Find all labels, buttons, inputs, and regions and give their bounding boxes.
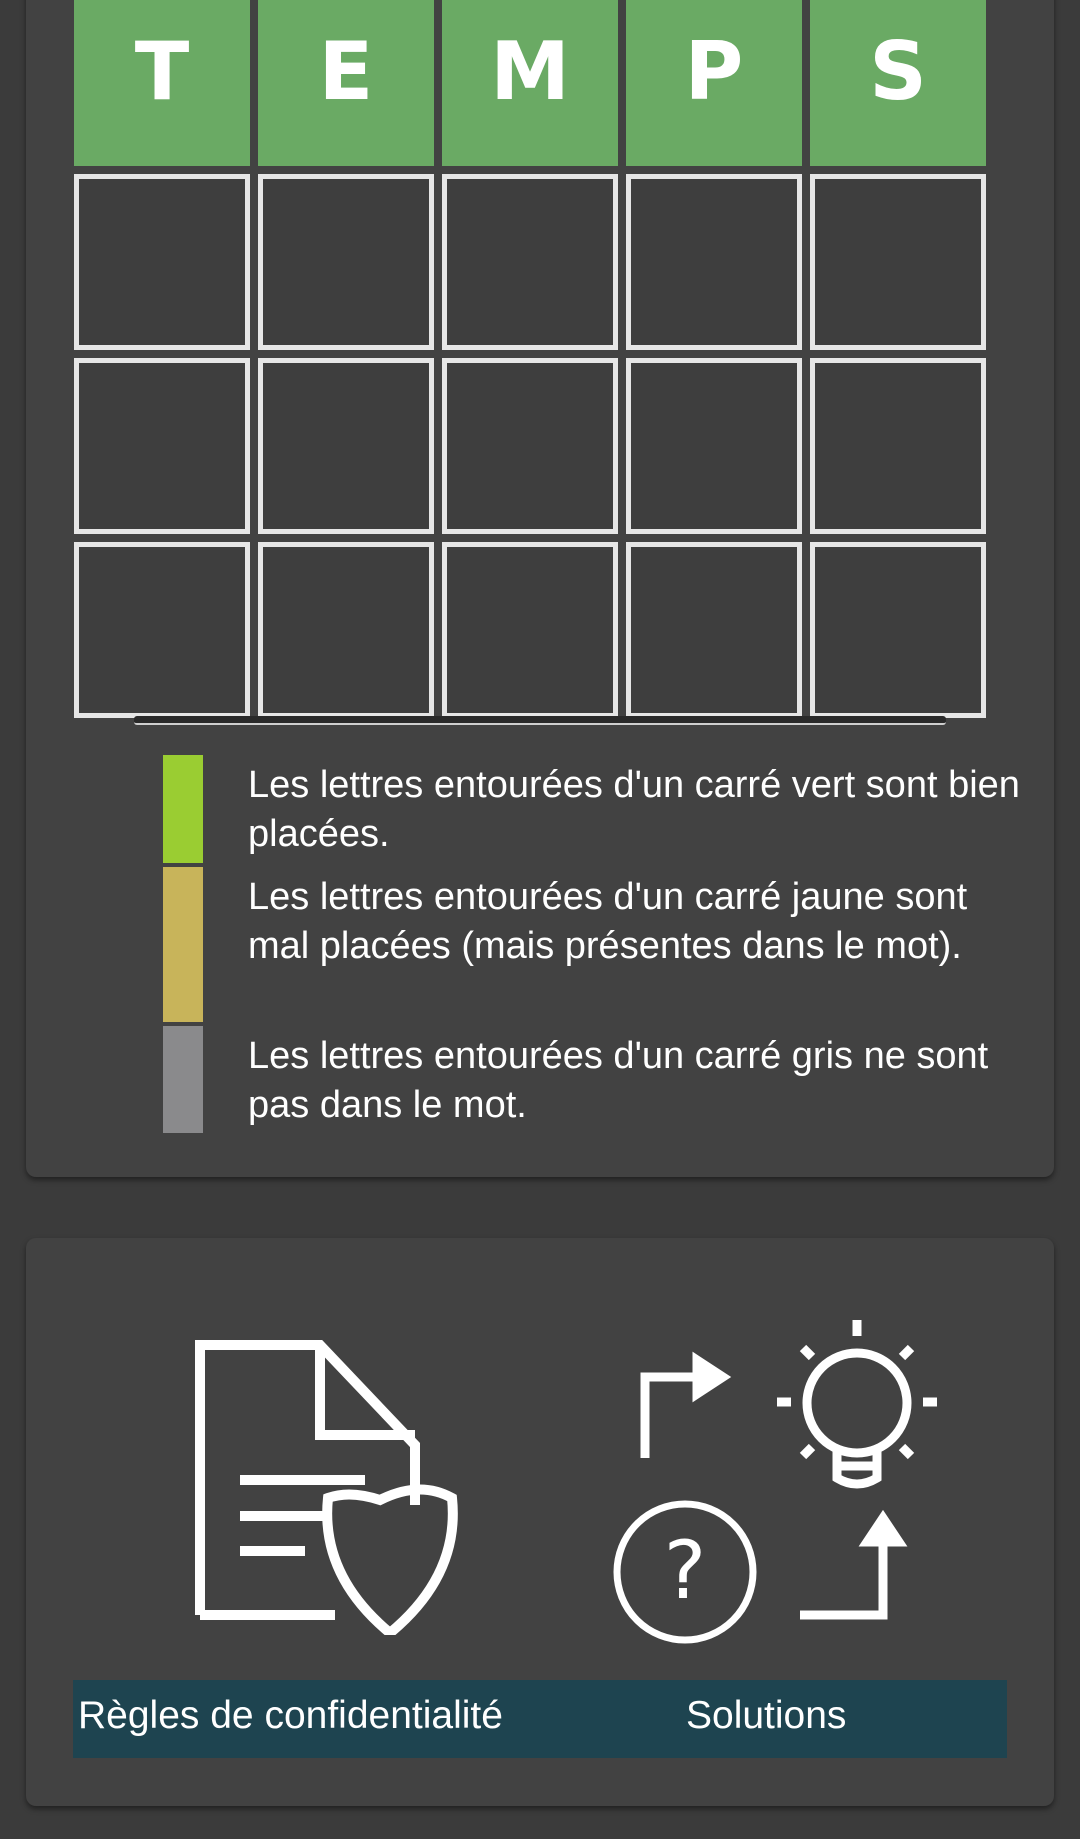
grid-row-1: T E M P S [74, 0, 1006, 166]
grid-tile: T [74, 0, 250, 166]
privacy-link[interactable]: Règles de confidentialité [78, 1694, 503, 1738]
green-swatch [163, 755, 203, 863]
color-legend: Les lettres entourées d'un carré vert so… [163, 755, 1023, 1137]
divider [134, 716, 946, 725]
page: T E M P S Les lettres entourées d'un car… [0, 0, 1080, 1839]
solutions-link[interactable]: Solutions [686, 1694, 846, 1738]
grid-tile [74, 542, 250, 718]
legend-text: Les lettres entourées d'un carré vert so… [248, 764, 1020, 855]
legend-item-green: Les lettres entourées d'un carré vert so… [163, 755, 1023, 863]
solutions-lightbulb-question-icon[interactable]: ? [605, 1320, 945, 1650]
grid-tile [258, 358, 434, 534]
legend-text: Les lettres entourées d'un carré gris ne… [248, 1035, 989, 1126]
document-shield-icon[interactable] [190, 1335, 460, 1635]
grid-tile [810, 542, 986, 718]
grid-tile: P [626, 0, 802, 166]
legend-item-yellow: Les lettres entourées d'un carré jaune s… [163, 867, 1023, 1022]
grid-tile [626, 542, 802, 718]
grid-tile [258, 174, 434, 350]
svg-text:?: ? [664, 1524, 706, 1617]
grid-tile: M [442, 0, 618, 166]
grid-tile [442, 174, 618, 350]
grid-tile [442, 358, 618, 534]
grid-tile [74, 358, 250, 534]
grid-row-3 [74, 358, 1006, 534]
legend-item-grey: Les lettres entourées d'un carré gris ne… [163, 1026, 1023, 1133]
legend-text: Les lettres entourées d'un carré jaune s… [248, 876, 968, 967]
grid-row-2 [74, 174, 1006, 350]
links-bar: Règles de confidentialité Solutions [73, 1680, 1007, 1758]
grid-tile: S [810, 0, 986, 166]
grid-tile: E [258, 0, 434, 166]
grid-tile [74, 174, 250, 350]
grey-swatch [163, 1026, 203, 1133]
grid-tile [810, 174, 986, 350]
grid-row-4 [74, 542, 1006, 718]
grid-tile [258, 542, 434, 718]
grid-tile [442, 542, 618, 718]
letter-grid: T E M P S [74, 0, 1006, 726]
yellow-swatch [163, 867, 203, 1022]
grid-tile [626, 358, 802, 534]
grid-tile [626, 174, 802, 350]
grid-tile [810, 358, 986, 534]
